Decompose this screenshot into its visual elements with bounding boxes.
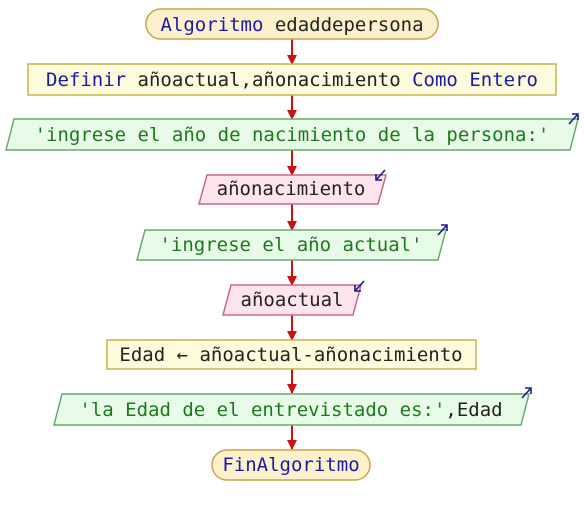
end-keyword: FinAlgoritmo xyxy=(222,454,359,476)
output-string-3: 'la Edad de el entrevistado es:' xyxy=(79,399,445,421)
output-node-2: 'ingrese el año actual' xyxy=(136,224,448,261)
output-text-1: 'ingrese el año de nacimiento de la pers… xyxy=(35,124,550,146)
end-node: FinAlgoritmo xyxy=(211,449,371,481)
assignment-statement: Edad ← añoactual-añonacimiento xyxy=(119,344,462,366)
start-keyword: Algoritmo xyxy=(160,14,263,36)
input-variable-1: añonacimiento xyxy=(217,178,366,200)
algorithm-name: edaddepersona xyxy=(263,14,423,36)
keyword-space xyxy=(458,69,469,91)
flowchart-diagram: Algoritmo edaddepersona Definir añoactua… xyxy=(5,8,579,481)
type-keyword: Entero xyxy=(469,69,538,91)
output-text-3: 'la Edad de el entrevistado es:',Edad xyxy=(79,399,502,421)
output-variable-3: ,Edad xyxy=(445,399,502,421)
definir-vars: añoactual,añonacimiento xyxy=(126,69,412,91)
assignment-node: Edad ← añoactual-añonacimiento xyxy=(106,339,477,370)
definir-node: Definir añoactual,añonacimiento Como Ent… xyxy=(27,63,557,96)
definir-statement: Definir añoactual,añonacimiento Como Ent… xyxy=(46,69,538,91)
start-node: Algoritmo edaddepersona xyxy=(145,8,439,40)
como-keyword: Como xyxy=(412,69,458,91)
output-text-2: 'ingrese el año actual' xyxy=(159,234,422,256)
start-label: Algoritmo edaddepersona xyxy=(160,14,423,36)
definir-keyword: Definir xyxy=(46,69,126,91)
output-node-1: 'ingrese el año de nacimiento de la pers… xyxy=(5,113,579,151)
input-variable-2: añoactual xyxy=(241,289,344,311)
output-node-3: 'la Edad de el entrevistado es:',Edad xyxy=(53,387,532,426)
input-node-1: añonacimiento xyxy=(198,169,387,205)
input-node-2: añoactual xyxy=(222,280,365,316)
